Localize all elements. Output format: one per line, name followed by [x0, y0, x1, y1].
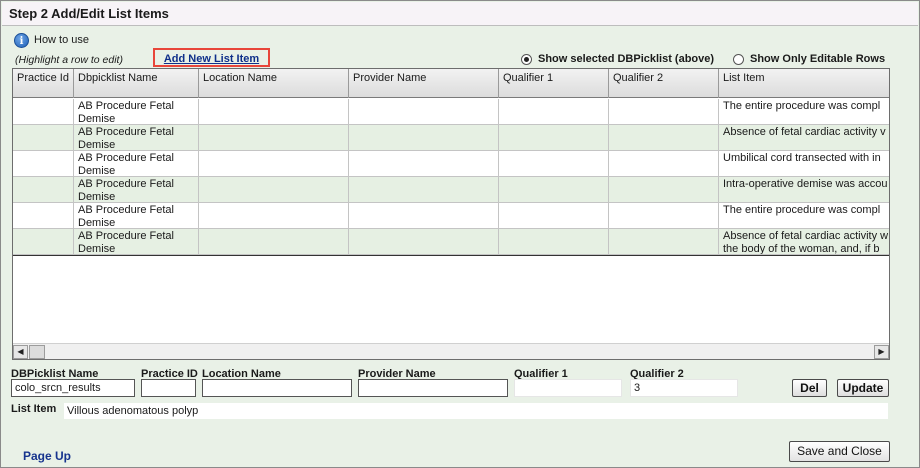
- title-bar: Step 2 Add/Edit List Items: [2, 2, 918, 26]
- window-title: Step 2 Add/Edit List Items: [9, 6, 169, 21]
- cell-list-item: Absence of fetal cardiac activity w the …: [719, 229, 889, 255]
- cell-qualifier-2: [609, 151, 719, 177]
- cell-dbpicklist-name: AB Procedure Fetal Demise: [74, 125, 199, 151]
- cell-qualifier-2: [609, 99, 719, 125]
- page-up-link[interactable]: Page Up: [23, 449, 71, 463]
- cell-list-item: Intra-operative demise was accou: [719, 177, 889, 203]
- table-bottom-border: [13, 255, 889, 256]
- horizontal-scrollbar[interactable]: ◀ ▶: [13, 343, 889, 359]
- cell-practice-id: [13, 229, 74, 255]
- cell-practice-id: [13, 151, 74, 177]
- cell-qualifier-1: [499, 125, 609, 151]
- cell-qualifier-2: [609, 229, 719, 255]
- cell-list-item: Absence of fetal cardiac activity v: [719, 125, 889, 151]
- how-to-use-link[interactable]: i How to use: [14, 32, 89, 48]
- radio-button-unselected[interactable]: [733, 53, 744, 65]
- table-row[interactable]: AB Procedure Fetal Demise The entire pro…: [13, 99, 889, 125]
- practice-id-field[interactable]: [141, 379, 196, 397]
- cell-practice-id: [13, 125, 74, 151]
- cell-qualifier-1: [499, 229, 609, 255]
- add-new-list-item-label: Add New List Item: [163, 53, 260, 65]
- scroll-right-icon[interactable]: ▶: [874, 345, 889, 359]
- column-header-qualifier-2[interactable]: Qualifier 2: [609, 69, 719, 98]
- cell-practice-id: [13, 177, 74, 203]
- add-new-list-item-link[interactable]: Add New List Item: [153, 48, 270, 67]
- dbpicklist-name-field[interactable]: colo_srcn_results: [11, 379, 135, 397]
- cell-qualifier-2: [609, 125, 719, 151]
- cell-list-item: Umbilical cord transected with in: [719, 151, 889, 177]
- radio-show-selected[interactable]: Show selected DBPicklist (above): [521, 53, 714, 65]
- cell-qualifier-1: [499, 203, 609, 229]
- cell-dbpicklist-name: AB Procedure Fetal Demise: [74, 177, 199, 203]
- cell-qualifier-1: [499, 99, 609, 125]
- column-header-list-item[interactable]: List Item: [719, 69, 889, 98]
- column-header-qualifier-1[interactable]: Qualifier 1: [499, 69, 609, 98]
- location-name-field[interactable]: [202, 379, 352, 397]
- column-header-practice-id[interactable]: Practice Id: [13, 69, 74, 98]
- radio-show-editable[interactable]: Show Only Editable Rows: [733, 53, 885, 65]
- cell-provider-name: [349, 177, 499, 203]
- info-icon: i: [14, 32, 29, 48]
- column-header-dbpicklist-name[interactable]: Dbpicklist Name: [74, 69, 199, 98]
- cell-qualifier-2: [609, 203, 719, 229]
- cell-practice-id: [13, 203, 74, 229]
- column-header-location-name[interactable]: Location Name: [199, 69, 349, 98]
- cell-provider-name: [349, 99, 499, 125]
- list-items-grid: Practice Id Dbpicklist Name Location Nam…: [12, 68, 890, 360]
- cell-dbpicklist-name: AB Procedure Fetal Demise: [74, 151, 199, 177]
- cell-provider-name: [349, 203, 499, 229]
- save-and-close-button[interactable]: Save and Close: [789, 441, 890, 462]
- cell-dbpicklist-name: AB Procedure Fetal Demise: [74, 203, 199, 229]
- scroll-left-icon[interactable]: ◀: [13, 345, 28, 359]
- cell-location-name: [199, 177, 349, 203]
- table-row[interactable]: AB Procedure Fetal Demise Absence of fet…: [13, 125, 889, 151]
- cell-qualifier-1: [499, 177, 609, 203]
- cell-dbpicklist-name: AB Procedure Fetal Demise: [74, 229, 199, 255]
- qualifier-1-field[interactable]: [514, 379, 622, 397]
- qualifier-2-field[interactable]: 3: [630, 379, 738, 397]
- scroll-thumb[interactable]: [29, 345, 45, 359]
- column-header-provider-name[interactable]: Provider Name: [349, 69, 499, 98]
- cell-location-name: [199, 229, 349, 255]
- table-row[interactable]: AB Procedure Fetal Demise The entire pro…: [13, 203, 889, 229]
- cell-dbpicklist-name: AB Procedure Fetal Demise: [74, 99, 199, 125]
- list-items-window: Step 2 Add/Edit List Items i How to use …: [0, 0, 920, 468]
- radio-show-selected-label: Show selected DBPicklist (above): [538, 53, 715, 65]
- table-row[interactable]: AB Procedure Fetal Demise Umbilical cord…: [13, 151, 889, 177]
- table-row[interactable]: AB Procedure Fetal Demise Absence of fet…: [13, 229, 889, 255]
- cell-practice-id: [13, 99, 74, 125]
- cell-location-name: [199, 151, 349, 177]
- table-row[interactable]: AB Procedure Fetal Demise Intra-operativ…: [13, 177, 889, 203]
- cell-provider-name: [349, 125, 499, 151]
- cell-list-item: The entire procedure was compl: [719, 203, 889, 229]
- provider-name-field[interactable]: [358, 379, 508, 397]
- radio-show-editable-label: Show Only Editable Rows: [750, 53, 886, 65]
- list-item-field[interactable]: Villous adenomatous polyp: [64, 403, 888, 419]
- grid-header: Practice Id Dbpicklist Name Location Nam…: [13, 69, 889, 98]
- cell-provider-name: [349, 229, 499, 255]
- update-button[interactable]: Update: [837, 379, 889, 397]
- delete-button[interactable]: Del: [792, 379, 827, 397]
- how-to-use-label: How to use: [34, 34, 90, 46]
- cell-provider-name: [349, 151, 499, 177]
- cell-list-item: The entire procedure was compl: [719, 99, 889, 125]
- highlight-hint: (Highlight a row to edit): [15, 54, 123, 66]
- radio-button-selected[interactable]: [521, 53, 532, 65]
- cell-location-name: [199, 99, 349, 125]
- cell-qualifier-1: [499, 151, 609, 177]
- cell-qualifier-2: [609, 177, 719, 203]
- list-item-label: List Item: [11, 403, 57, 415]
- cell-location-name: [199, 203, 349, 229]
- cell-location-name: [199, 125, 349, 151]
